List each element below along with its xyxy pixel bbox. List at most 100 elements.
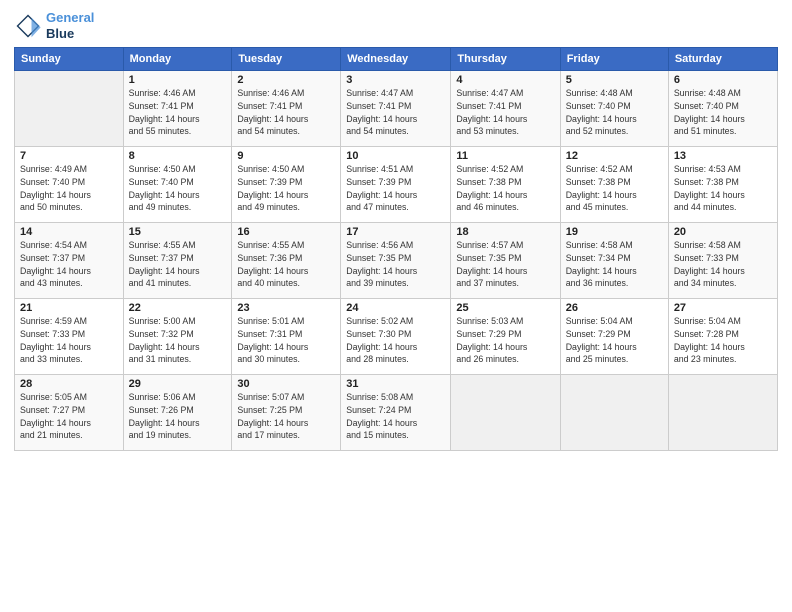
calendar-cell: 25Sunrise: 5:03 AM Sunset: 7:29 PM Dayli…	[451, 299, 560, 375]
day-number: 27	[674, 302, 772, 314]
day-info: Sunrise: 4:53 AM Sunset: 7:38 PM Dayligh…	[674, 163, 772, 214]
day-number: 28	[20, 378, 118, 390]
calendar-cell: 27Sunrise: 5:04 AM Sunset: 7:28 PM Dayli…	[668, 299, 777, 375]
day-info: Sunrise: 4:57 AM Sunset: 7:35 PM Dayligh…	[456, 239, 554, 290]
day-number: 1	[129, 74, 227, 86]
day-info: Sunrise: 4:52 AM Sunset: 7:38 PM Dayligh…	[456, 163, 554, 214]
day-number: 14	[20, 226, 118, 238]
day-number: 30	[237, 378, 335, 390]
day-info: Sunrise: 4:46 AM Sunset: 7:41 PM Dayligh…	[129, 87, 227, 138]
day-number: 31	[346, 378, 445, 390]
calendar-cell: 9Sunrise: 4:50 AM Sunset: 7:39 PM Daylig…	[232, 147, 341, 223]
day-number: 22	[129, 302, 227, 314]
calendar-week-row: 1Sunrise: 4:46 AM Sunset: 7:41 PM Daylig…	[15, 71, 778, 147]
calendar-cell: 4Sunrise: 4:47 AM Sunset: 7:41 PM Daylig…	[451, 71, 560, 147]
weekday-header: Sunday	[15, 48, 124, 71]
day-number: 26	[566, 302, 663, 314]
calendar-cell	[668, 375, 777, 451]
day-info: Sunrise: 5:05 AM Sunset: 7:27 PM Dayligh…	[20, 391, 118, 442]
calendar-cell: 13Sunrise: 4:53 AM Sunset: 7:38 PM Dayli…	[668, 147, 777, 223]
day-number: 23	[237, 302, 335, 314]
calendar-cell: 23Sunrise: 5:01 AM Sunset: 7:31 PM Dayli…	[232, 299, 341, 375]
calendar-cell: 6Sunrise: 4:48 AM Sunset: 7:40 PM Daylig…	[668, 71, 777, 147]
calendar-cell: 26Sunrise: 5:04 AM Sunset: 7:29 PM Dayli…	[560, 299, 668, 375]
logo: General Blue	[14, 10, 94, 41]
calendar-cell: 21Sunrise: 4:59 AM Sunset: 7:33 PM Dayli…	[15, 299, 124, 375]
logo-text: General Blue	[46, 10, 94, 41]
calendar-cell: 10Sunrise: 4:51 AM Sunset: 7:39 PM Dayli…	[341, 147, 451, 223]
weekday-header: Wednesday	[341, 48, 451, 71]
calendar-week-row: 28Sunrise: 5:05 AM Sunset: 7:27 PM Dayli…	[15, 375, 778, 451]
day-info: Sunrise: 4:48 AM Sunset: 7:40 PM Dayligh…	[674, 87, 772, 138]
calendar-cell: 19Sunrise: 4:58 AM Sunset: 7:34 PM Dayli…	[560, 223, 668, 299]
calendar-cell	[451, 375, 560, 451]
calendar-cell	[560, 375, 668, 451]
day-info: Sunrise: 5:00 AM Sunset: 7:32 PM Dayligh…	[129, 315, 227, 366]
day-info: Sunrise: 5:02 AM Sunset: 7:30 PM Dayligh…	[346, 315, 445, 366]
calendar-cell: 30Sunrise: 5:07 AM Sunset: 7:25 PM Dayli…	[232, 375, 341, 451]
calendar-cell	[15, 71, 124, 147]
day-number: 20	[674, 226, 772, 238]
day-info: Sunrise: 4:50 AM Sunset: 7:40 PM Dayligh…	[129, 163, 227, 214]
calendar-cell: 16Sunrise: 4:55 AM Sunset: 7:36 PM Dayli…	[232, 223, 341, 299]
day-number: 13	[674, 150, 772, 162]
day-number: 29	[129, 378, 227, 390]
day-info: Sunrise: 4:47 AM Sunset: 7:41 PM Dayligh…	[456, 87, 554, 138]
day-number: 9	[237, 150, 335, 162]
calendar-cell: 5Sunrise: 4:48 AM Sunset: 7:40 PM Daylig…	[560, 71, 668, 147]
day-info: Sunrise: 5:04 AM Sunset: 7:29 PM Dayligh…	[566, 315, 663, 366]
calendar-cell: 3Sunrise: 4:47 AM Sunset: 7:41 PM Daylig…	[341, 71, 451, 147]
day-info: Sunrise: 4:56 AM Sunset: 7:35 PM Dayligh…	[346, 239, 445, 290]
weekday-header: Friday	[560, 48, 668, 71]
day-info: Sunrise: 4:58 AM Sunset: 7:33 PM Dayligh…	[674, 239, 772, 290]
day-number: 18	[456, 226, 554, 238]
day-info: Sunrise: 4:59 AM Sunset: 7:33 PM Dayligh…	[20, 315, 118, 366]
calendar-cell: 7Sunrise: 4:49 AM Sunset: 7:40 PM Daylig…	[15, 147, 124, 223]
calendar-cell: 11Sunrise: 4:52 AM Sunset: 7:38 PM Dayli…	[451, 147, 560, 223]
page-container: General Blue SundayMondayTuesdayWednesda…	[0, 0, 792, 612]
day-info: Sunrise: 4:51 AM Sunset: 7:39 PM Dayligh…	[346, 163, 445, 214]
day-info: Sunrise: 4:50 AM Sunset: 7:39 PM Dayligh…	[237, 163, 335, 214]
day-info: Sunrise: 4:48 AM Sunset: 7:40 PM Dayligh…	[566, 87, 663, 138]
day-number: 15	[129, 226, 227, 238]
calendar-cell: 14Sunrise: 4:54 AM Sunset: 7:37 PM Dayli…	[15, 223, 124, 299]
day-number: 8	[129, 150, 227, 162]
logo-icon	[14, 12, 42, 40]
day-number: 4	[456, 74, 554, 86]
calendar-cell: 12Sunrise: 4:52 AM Sunset: 7:38 PM Dayli…	[560, 147, 668, 223]
day-number: 21	[20, 302, 118, 314]
weekday-header: Saturday	[668, 48, 777, 71]
calendar-cell: 28Sunrise: 5:05 AM Sunset: 7:27 PM Dayli…	[15, 375, 124, 451]
calendar-table: SundayMondayTuesdayWednesdayThursdayFrid…	[14, 47, 778, 451]
weekday-header: Monday	[123, 48, 232, 71]
calendar-cell: 18Sunrise: 4:57 AM Sunset: 7:35 PM Dayli…	[451, 223, 560, 299]
calendar-cell: 17Sunrise: 4:56 AM Sunset: 7:35 PM Dayli…	[341, 223, 451, 299]
calendar-week-row: 7Sunrise: 4:49 AM Sunset: 7:40 PM Daylig…	[15, 147, 778, 223]
day-number: 6	[674, 74, 772, 86]
day-number: 10	[346, 150, 445, 162]
calendar-cell: 8Sunrise: 4:50 AM Sunset: 7:40 PM Daylig…	[123, 147, 232, 223]
day-info: Sunrise: 5:07 AM Sunset: 7:25 PM Dayligh…	[237, 391, 335, 442]
day-number: 25	[456, 302, 554, 314]
header: General Blue	[14, 10, 778, 41]
day-number: 17	[346, 226, 445, 238]
calendar-week-row: 14Sunrise: 4:54 AM Sunset: 7:37 PM Dayli…	[15, 223, 778, 299]
calendar-cell: 1Sunrise: 4:46 AM Sunset: 7:41 PM Daylig…	[123, 71, 232, 147]
day-info: Sunrise: 5:08 AM Sunset: 7:24 PM Dayligh…	[346, 391, 445, 442]
calendar-cell: 22Sunrise: 5:00 AM Sunset: 7:32 PM Dayli…	[123, 299, 232, 375]
day-info: Sunrise: 4:47 AM Sunset: 7:41 PM Dayligh…	[346, 87, 445, 138]
weekday-header: Thursday	[451, 48, 560, 71]
calendar-cell: 24Sunrise: 5:02 AM Sunset: 7:30 PM Dayli…	[341, 299, 451, 375]
day-info: Sunrise: 4:54 AM Sunset: 7:37 PM Dayligh…	[20, 239, 118, 290]
calendar-cell: 15Sunrise: 4:55 AM Sunset: 7:37 PM Dayli…	[123, 223, 232, 299]
day-number: 3	[346, 74, 445, 86]
day-info: Sunrise: 5:04 AM Sunset: 7:28 PM Dayligh…	[674, 315, 772, 366]
day-number: 2	[237, 74, 335, 86]
day-info: Sunrise: 5:03 AM Sunset: 7:29 PM Dayligh…	[456, 315, 554, 366]
day-number: 12	[566, 150, 663, 162]
day-info: Sunrise: 4:55 AM Sunset: 7:36 PM Dayligh…	[237, 239, 335, 290]
day-number: 5	[566, 74, 663, 86]
day-number: 7	[20, 150, 118, 162]
day-number: 16	[237, 226, 335, 238]
calendar-header-row: SundayMondayTuesdayWednesdayThursdayFrid…	[15, 48, 778, 71]
